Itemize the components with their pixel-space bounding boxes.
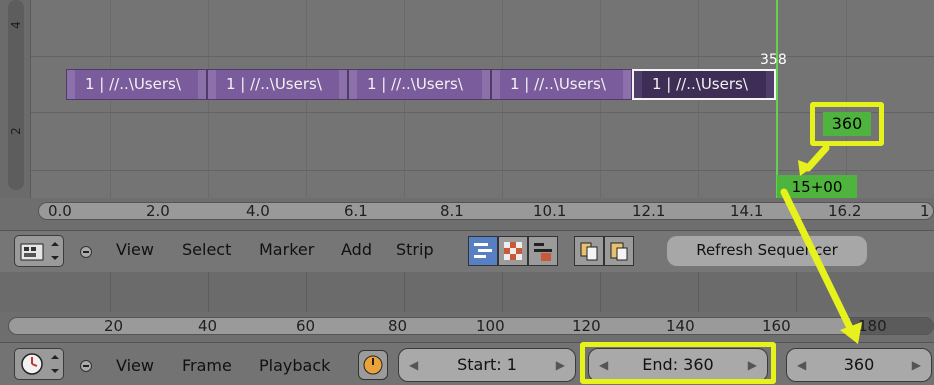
strip-label: 1 | //..\Users\: [510, 75, 606, 93]
current-frame-label: 358: [760, 52, 787, 68]
sequencer-view-button[interactable]: [468, 236, 498, 266]
menu-marker[interactable]: Marker: [259, 240, 314, 259]
menu-view[interactable]: View: [116, 356, 154, 375]
menu-view[interactable]: View: [116, 240, 154, 259]
menu-playback[interactable]: Playback: [259, 356, 330, 375]
strip-right-handle[interactable]: [339, 70, 347, 99]
strip-left-handle[interactable]: [208, 70, 216, 99]
preview-view-button[interactable]: [498, 236, 528, 266]
collapse-menu-icon[interactable]: [80, 246, 92, 258]
playhead-line[interactable]: [776, 0, 778, 198]
checker-preview-icon: [504, 242, 522, 260]
strip-label: 1 | //..\Users\: [367, 75, 463, 93]
sequence-strip[interactable]: 1 | //..\Users\: [348, 69, 491, 100]
decrement-arrow-icon[interactable]: ◀: [409, 349, 418, 381]
strip-right-handle[interactable]: [482, 70, 490, 99]
current-frame-value: 360: [843, 355, 875, 374]
grid-line: [110, 272, 111, 316]
channel-label: 4: [8, 21, 23, 29]
time-tick: 1: [920, 202, 930, 220]
grid-line: [846, 0, 847, 198]
time-tick: 0.0: [48, 202, 72, 220]
grid-line: [30, 170, 934, 171]
collapse-menu-icon[interactable]: [80, 360, 92, 372]
start-frame-label: Start: 1: [457, 355, 517, 374]
time-tick: 2.0: [146, 202, 170, 220]
start-frame-field[interactable]: ◀ Start: 1 ▶: [398, 348, 576, 382]
frame-tick: 160: [762, 317, 791, 335]
frame-tick: 60: [296, 317, 316, 335]
grid-line: [208, 272, 209, 316]
sequence-strip-selected[interactable]: 1 | //..\Users\: [632, 69, 776, 100]
strip-left-handle[interactable]: [634, 71, 642, 98]
grid-line: [698, 272, 699, 316]
strip-right-handle[interactable]: [766, 71, 774, 98]
frame-tick: 20: [104, 317, 124, 335]
stopwatch-icon: [363, 355, 383, 375]
sequence-strip[interactable]: 1 | //..\Users\: [207, 69, 348, 100]
editor-type-button[interactable]: [14, 235, 64, 267]
menu-select[interactable]: Select: [182, 240, 231, 259]
grid-line: [502, 272, 503, 316]
frame-tick: 80: [388, 317, 408, 335]
channel-sidebar: 4 2: [0, 0, 31, 198]
copy-button[interactable]: [574, 236, 604, 266]
frame-tick: 180: [858, 317, 887, 335]
sequence-strip[interactable]: 1 | //..\Users\: [491, 69, 632, 100]
strip-label: 1 | //..\Users\: [85, 75, 181, 93]
sequencer-view-icon: [474, 243, 492, 258]
time-tick: 6.1: [344, 202, 368, 220]
menu-add[interactable]: Add: [341, 240, 372, 259]
horizontal-scrollbar[interactable]: [38, 202, 934, 220]
paste-icon: [610, 242, 628, 261]
menu-strip[interactable]: Strip: [396, 240, 434, 259]
time-tick: 4.0: [246, 202, 270, 220]
increment-arrow-icon[interactable]: ▶: [556, 349, 565, 381]
copy-icon: [580, 242, 598, 261]
strip-label: 1 | //..\Users\: [652, 75, 748, 93]
strip-right-handle[interactable]: [623, 70, 631, 99]
split-view-icon: [534, 243, 552, 261]
current-frame-field[interactable]: ◀ 360 ▶: [786, 348, 932, 382]
time-tick: 10.1: [533, 202, 567, 220]
preview-range-button[interactable]: [358, 350, 388, 380]
strip-left-handle[interactable]: [67, 70, 75, 99]
time-tick: 14.1: [730, 202, 764, 220]
time-tick: 12.1: [632, 202, 666, 220]
paste-button[interactable]: [604, 236, 634, 266]
sequencer-area[interactable]: 4 2 1 | //..\Users\ 1 | //..\Users\ 1 | …: [0, 0, 934, 230]
annotation-highlight: [580, 342, 776, 384]
timeline-area[interactable]: [0, 272, 934, 316]
frame-tick: 140: [666, 317, 695, 335]
strip-left-handle[interactable]: [349, 70, 357, 99]
refresh-sequencer-button[interactable]: Refresh Sequencer: [667, 236, 867, 266]
decrement-arrow-icon[interactable]: ◀: [797, 349, 806, 381]
timeline-scrollbar[interactable]: [8, 317, 934, 335]
grid-line: [30, 112, 934, 113]
strip-label: 1 | //..\Users\: [226, 75, 322, 93]
strip-left-handle[interactable]: [492, 70, 500, 99]
time-tick: 16.2: [828, 202, 862, 220]
annotation-highlight: [810, 102, 884, 146]
grid-line: [404, 272, 405, 316]
timeline-clock-icon: [21, 353, 59, 375]
grid-line: [796, 272, 797, 316]
current-time-indicator[interactable]: 15+00: [777, 175, 857, 199]
strip-right-handle[interactable]: [198, 70, 206, 99]
sequence-strip[interactable]: 1 | //..\Users\: [66, 69, 207, 100]
menu-frame[interactable]: Frame: [182, 356, 232, 375]
grid-line: [600, 272, 601, 316]
grid-line: [30, 56, 934, 57]
sequencer-editor-icon: [20, 242, 59, 261]
frame-tick: 40: [198, 317, 218, 335]
frame-tick: 100: [476, 317, 505, 335]
frame-tick: 120: [572, 317, 601, 335]
time-tick: 8.1: [440, 202, 464, 220]
increment-arrow-icon[interactable]: ▶: [912, 349, 921, 381]
sequencer-preview-button[interactable]: [528, 236, 558, 266]
editor-type-button[interactable]: [14, 348, 64, 380]
grid-line: [306, 272, 307, 316]
channel-label: 2: [8, 127, 23, 135]
